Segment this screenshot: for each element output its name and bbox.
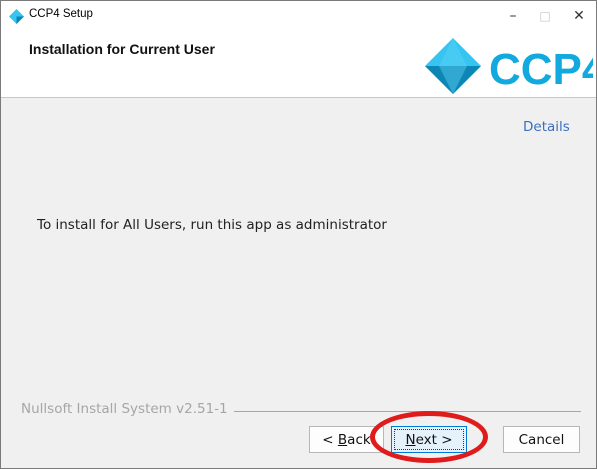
next-focus-ring: Next > [394, 429, 464, 450]
install-message: To install for All Users, run this app a… [37, 217, 387, 233]
next-button[interactable]: Next > [391, 426, 467, 453]
branding-text: Nullsoft Install System v2.51-1 [21, 401, 234, 417]
title-bar[interactable]: CCP4 Setup – □ ✕ [1, 1, 596, 31]
logo-text: CCP4 [489, 45, 593, 94]
app-icon [9, 9, 24, 24]
setup-window: CCP4 Setup – □ ✕ Installation for Curren… [0, 0, 597, 469]
back-accel: B [337, 431, 348, 448]
back-rest: ack [347, 431, 371, 448]
ccp4-logo: CCP4 [425, 38, 593, 94]
window-title: CCP4 Setup [29, 8, 93, 20]
cancel-button[interactable]: Cancel [503, 426, 580, 453]
next-rest: ext > [415, 431, 453, 448]
header-banner: Installation for Current User CCP4 [1, 31, 596, 98]
close-button[interactable]: ✕ [559, 1, 597, 31]
details-link[interactable]: Details [523, 119, 570, 135]
next-accel: N [405, 431, 416, 448]
back-button[interactable]: < Back [309, 426, 384, 453]
page-title: Installation for Current User [29, 41, 215, 57]
back-prefix: < [322, 431, 338, 448]
